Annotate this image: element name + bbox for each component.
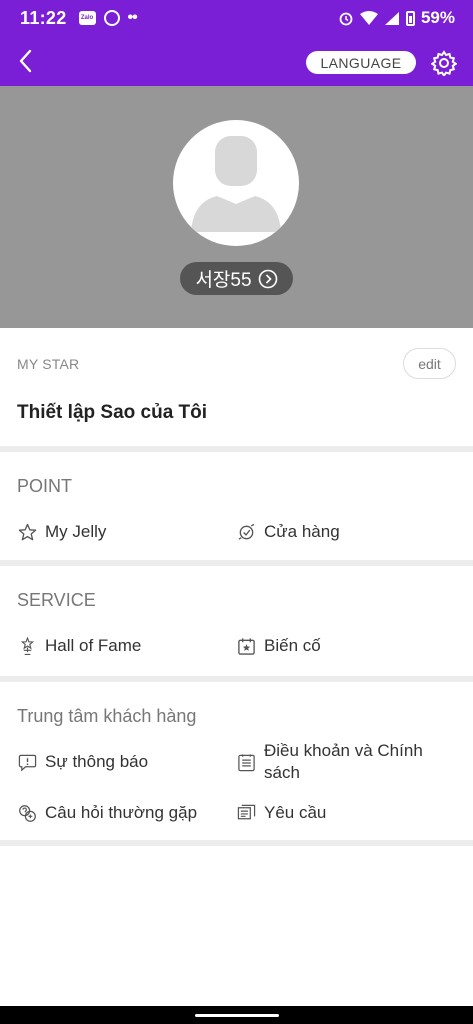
chevron-right-circle-icon [258,269,277,288]
service-section: SERVICE Hall of Fame Biến cố [0,566,473,676]
chevron-left-icon [19,49,32,73]
inquiry-item[interactable]: Yêu cầu [236,802,326,824]
zalo-notification-icon: Zalo [78,11,96,25]
default-user-icon [191,136,281,232]
sync-icon [103,10,120,26]
inquiry-icon [237,804,255,819]
terms-item[interactable]: Điều khoản và Chính sách [236,740,436,784]
notice-item[interactable]: Sự thông báo [17,751,148,773]
gear-icon [431,50,457,76]
shop-item[interactable]: Cửa hàng [236,521,340,543]
my-star-setting[interactable]: Thiết lập Sao của Tôi [17,402,207,424]
wifi-icon [359,10,378,25]
customer-center-title: Trung tâm khách hàng [17,706,197,726]
divider [0,840,473,846]
my-jelly-item[interactable]: My Jelly [17,521,106,543]
my-star-label: MY STAR [17,356,80,372]
document-icon [237,753,255,771]
battery-percent: 59% [420,8,455,27]
more-notifications-icon: •• [127,9,138,26]
event-item[interactable]: Biến cố [236,635,321,657]
profile-header: 서장55 [0,86,473,328]
hall-of-fame-item[interactable]: Hall of Fame [17,635,141,657]
shop-icon [238,523,254,540]
my-star-section: MY STAR edit Thiết lập Sao của Tôi [0,328,473,446]
point-title: POINT [17,476,73,496]
home-gesture-handle[interactable] [195,1014,279,1017]
app-bar: LANGUAGE [0,36,473,86]
avatar[interactable] [173,120,299,246]
status-time: 11:22 [20,7,67,28]
back-button[interactable] [0,36,50,86]
system-nav-bar [0,1006,473,1024]
trophy-icon [20,636,34,655]
faq-item[interactable]: Câu hỏi thường gặp [17,802,197,824]
faq-icon [18,804,36,822]
point-section: POINT My Jelly Cửa hàng [0,452,473,560]
chat-alert-icon [18,754,36,771]
status-bar: 11:22 Zalo •• 59% [0,0,473,36]
service-title: SERVICE [17,590,96,610]
alarm-icon [339,12,353,26]
star-outline-icon [18,523,36,540]
username: 서장55 [195,270,252,291]
battery-icon [405,10,415,26]
calendar-star-icon [237,637,255,655]
customer-center-section: Trung tâm khách hàng Sự thông báo Điều k… [0,682,473,840]
username-button[interactable]: 서장55 [180,262,293,295]
edit-button[interactable]: edit [403,348,456,379]
signal-icon [384,11,399,25]
language-button[interactable]: LANGUAGE [306,51,416,74]
settings-button[interactable] [429,48,459,78]
